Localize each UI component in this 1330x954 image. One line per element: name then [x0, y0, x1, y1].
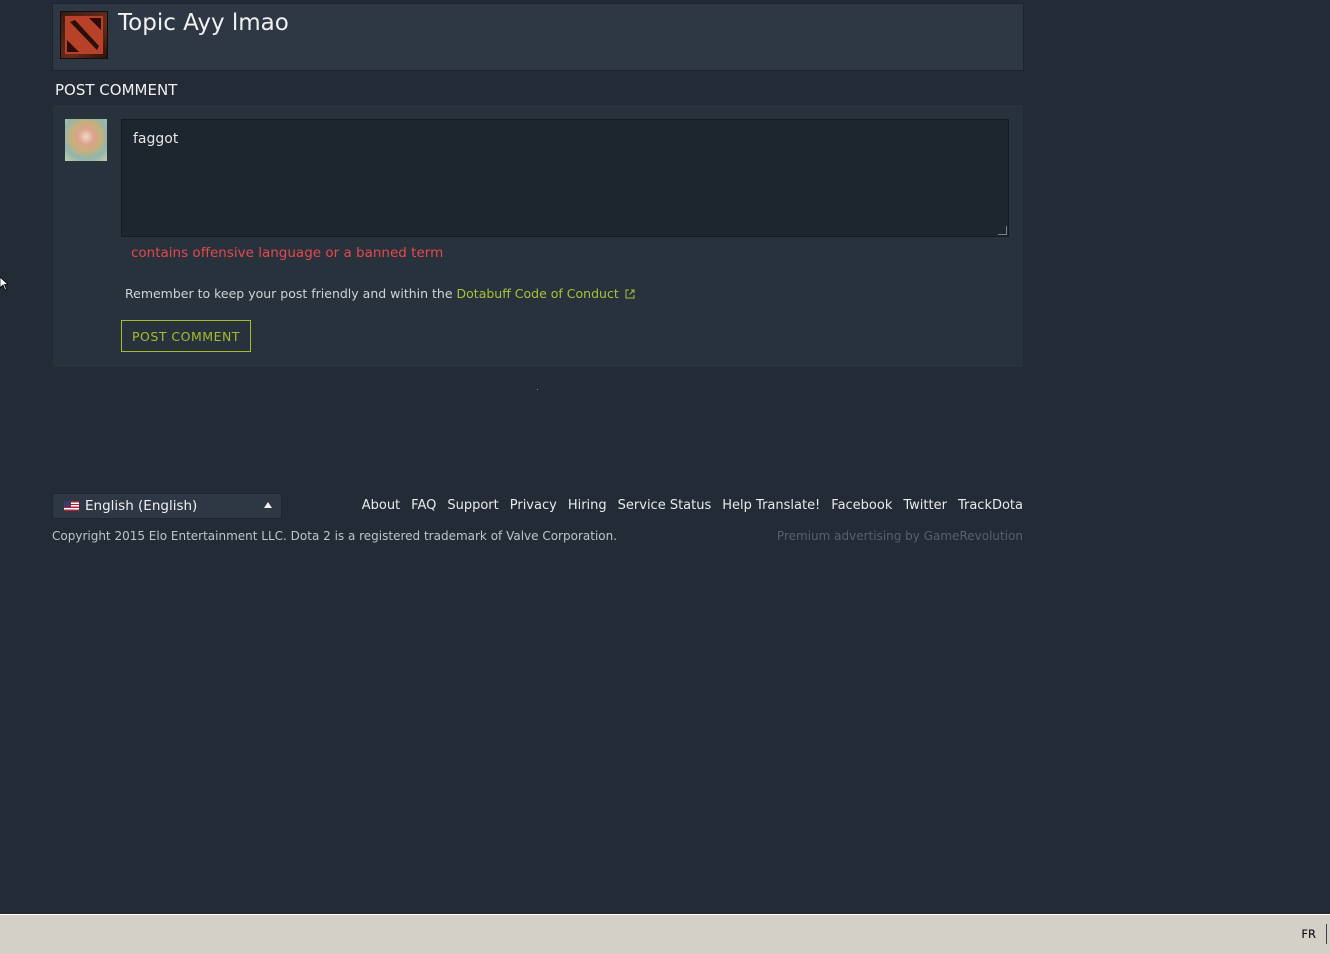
us-flag-icon [64, 501, 79, 511]
footer-link-faq[interactable]: FAQ [411, 498, 436, 513]
post-comment-heading: POST COMMENT [55, 81, 178, 99]
footer-link-hiring[interactable]: Hiring [568, 498, 607, 513]
conduct-reminder: Remember to keep your post friendly and … [125, 286, 635, 301]
mouse-cursor-icon [0, 277, 8, 291]
advertising-link[interactable]: Premium advertising by GameRevolution [777, 529, 1023, 543]
footer-link-support[interactable]: Support [447, 498, 498, 513]
taskbar: FR [0, 914, 1330, 954]
external-link-icon [625, 289, 635, 299]
reminder-text: Remember to keep your post friendly and … [125, 286, 457, 301]
topic-header: Topic Ayy lmao [52, 3, 1024, 71]
footer-link-service-status[interactable]: Service Status [618, 498, 712, 513]
copyright-text: Copyright 2015 Elo Entertainment LLC. Do… [52, 529, 618, 543]
footer-link-about[interactable]: About [362, 498, 400, 513]
resize-grip-icon[interactable] [998, 226, 1007, 235]
divider-dot [537, 389, 538, 390]
dota2-logo-icon [60, 11, 108, 59]
topic-title: Topic Ayy lmao [118, 10, 289, 36]
language-select-value: English (English) [85, 498, 198, 514]
footer-link-privacy[interactable]: Privacy [510, 498, 557, 513]
language-select[interactable]: English (English) [52, 493, 282, 519]
footer-link-trackdota[interactable]: TrackDota [958, 498, 1023, 513]
keyboard-language-indicator[interactable]: FR [1301, 927, 1316, 941]
page: Topic Ayy lmao POST COMMENT faggot conta… [0, 0, 1330, 914]
comment-form: faggot contains offensive language or a … [52, 104, 1024, 368]
post-comment-button[interactable]: POST COMMENT [121, 320, 251, 352]
error-message: contains offensive language or a banned … [131, 245, 444, 261]
footer-link-help-translate[interactable]: Help Translate! [722, 498, 820, 513]
caret-up-icon [264, 502, 272, 508]
footer-link-twitter[interactable]: Twitter [903, 498, 947, 513]
tray-divider [1326, 924, 1327, 944]
code-of-conduct-link[interactable]: Dotabuff Code of Conduct [457, 286, 619, 301]
footer-links: About FAQ Support Privacy Hiring Service… [362, 498, 1023, 513]
footer-link-facebook[interactable]: Facebook [831, 498, 892, 513]
comment-textarea-value: faggot [133, 131, 179, 147]
avatar[interactable] [65, 119, 107, 161]
comment-textarea[interactable]: faggot [121, 119, 1009, 237]
